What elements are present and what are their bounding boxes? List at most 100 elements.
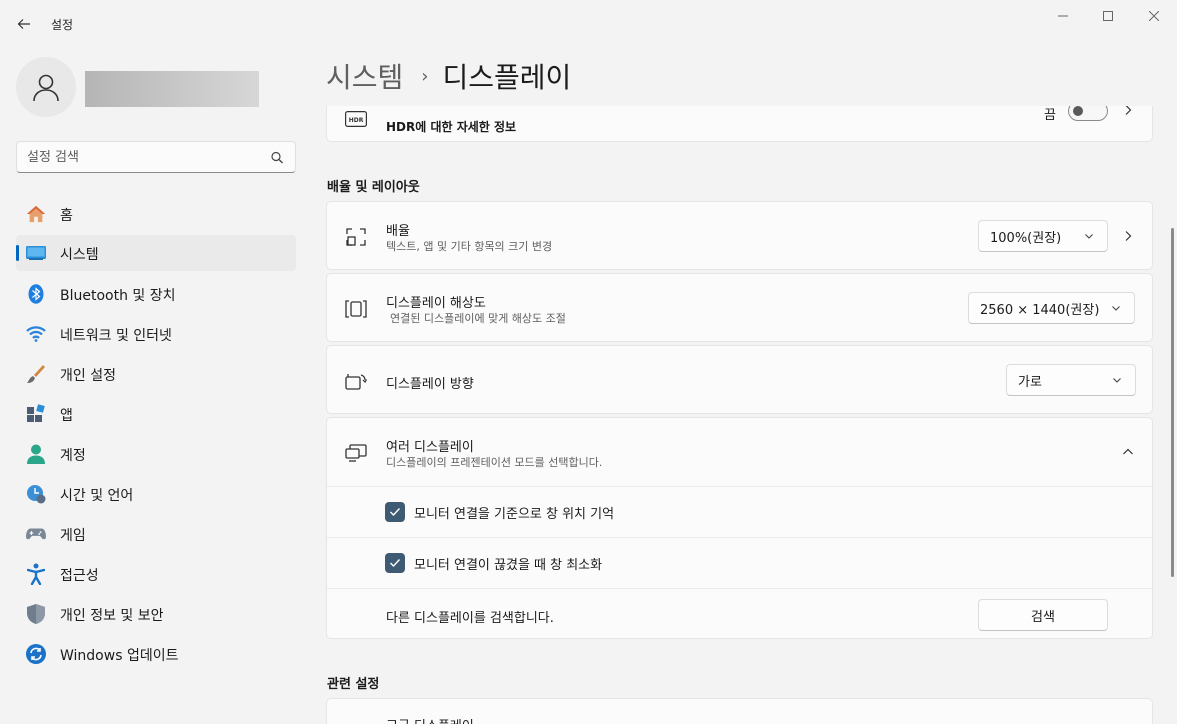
scale-value: 100%(권장)	[990, 230, 1062, 246]
back-arrow-icon[interactable]	[12, 12, 36, 36]
scale-subtitle: 텍스트, 앱 및 기타 항목의 크기 변경	[386, 240, 553, 253]
scale-title: 배율	[386, 224, 410, 239]
multiple-displays-icon	[345, 442, 367, 464]
minimize-window-label[interactable]: 모니터 연결이 끊겼을 때 창 최소화	[414, 554, 602, 573]
remember-window-checkbox[interactable]	[385, 502, 405, 522]
orientation-dropdown[interactable]: 가로	[1006, 364, 1136, 396]
sidebar-item-label: 개인 설정	[60, 368, 116, 384]
section-title-scale-layout: 배율 및 레이아웃	[327, 180, 420, 195]
hdr-icon: HDR	[345, 108, 367, 130]
minimize-window-checkbox[interactable]	[385, 553, 405, 573]
main-content: 시스템 › 디스플레이 HDR HDR에 대한 자세한 정보 끔 배율 및 레이…	[310, 46, 1177, 724]
avatar[interactable]	[16, 57, 76, 117]
title-bar: 설정	[0, 0, 1177, 46]
sidebar-item-label: 시간 및 언어	[60, 488, 134, 504]
sidebar-item-label: 게임	[60, 528, 86, 544]
section-title-related-settings: 관련 설정	[327, 677, 380, 692]
checkmark-icon	[390, 559, 401, 568]
detect-displays-label: 다른 디스플레이를 검색합니다.	[386, 611, 554, 626]
sidebar-item-accessibility[interactable]: 접근성	[16, 556, 296, 592]
resolution-dropdown[interactable]: 2560 × 1440(권장)	[968, 292, 1135, 324]
chevron-right-icon[interactable]	[1122, 230, 1134, 242]
sidebar-item-windows-update[interactable]: Windows 업데이트	[16, 636, 296, 672]
sidebar-item-time-language[interactable]: 시간 및 언어	[16, 476, 296, 512]
chevron-up-icon[interactable]	[1122, 446, 1134, 458]
windows-update-icon	[26, 644, 46, 664]
chevron-down-icon	[1085, 234, 1093, 239]
sidebar-item-personalization[interactable]: 개인 설정	[16, 356, 296, 392]
wifi-icon	[26, 324, 46, 344]
orientation-icon	[345, 370, 367, 392]
sidebar-item-label: Windows 업데이트	[60, 648, 179, 664]
page-title: 디스플레이	[442, 61, 572, 94]
orientation-card[interactable]: 디스플레이 방향 가로	[326, 345, 1153, 414]
breadcrumb-parent[interactable]: 시스템	[326, 56, 403, 96]
app-title: 설정	[51, 18, 74, 32]
home-icon	[26, 204, 46, 224]
multiple-displays-header[interactable]: 여러 디스플레이 디스플레이의 프레젠테이션 모드를 선택합니다.	[327, 418, 1152, 486]
resolution-title: 디스플레이 해상도	[386, 296, 486, 311]
detect-displays-row: 다른 디스플레이를 검색합니다. 검색	[327, 588, 1152, 639]
detect-button[interactable]: 검색	[978, 599, 1108, 631]
sidebar-item-privacy[interactable]: 개인 정보 및 보안	[16, 596, 296, 632]
sidebar-item-bluetooth[interactable]: Bluetooth 및 장치	[16, 276, 296, 312]
scale-dropdown[interactable]: 100%(권장)	[978, 220, 1108, 252]
minimize-icon[interactable]	[1040, 0, 1086, 32]
toggle-knob	[1073, 106, 1083, 116]
sidebar-item-label: Bluetooth 및 장치	[60, 288, 176, 304]
search-icon[interactable]	[269, 150, 285, 166]
sidebar-item-gaming[interactable]: 게임	[16, 516, 296, 552]
sidebar-item-label: 개인 정보 및 보안	[60, 608, 164, 624]
sidebar-item-label: 계정	[60, 448, 86, 464]
checkmark-icon	[390, 508, 401, 517]
svg-text:HDR: HDR	[349, 117, 364, 124]
resolution-icon	[345, 298, 367, 320]
accessibility-icon	[26, 563, 46, 585]
sidebar-item-system[interactable]: 시스템	[16, 235, 296, 271]
advanced-display-card[interactable]: 고급 디스플레이	[326, 698, 1153, 724]
system-monitor-icon	[26, 243, 46, 263]
breadcrumb: 시스템 › 디스플레이	[326, 56, 571, 96]
sidebar: 홈 시스템 Bluetooth 및 장치 네트워크 및 인터넷 개인 설정 앱	[0, 46, 310, 724]
option-remember-window-row[interactable]: 모니터 연결을 기준으로 창 위치 기억	[327, 486, 1152, 537]
multiple-displays-title: 여러 디스플레이	[386, 440, 474, 455]
hdr-subtitle[interactable]: HDR에 대한 자세한 정보	[386, 118, 516, 135]
chevron-down-icon	[1113, 378, 1121, 383]
resolution-card[interactable]: 디스플레이 해상도 연결된 디스플레이에 맞게 해상도 조절 2560 × 14…	[326, 273, 1153, 342]
paintbrush-icon	[26, 364, 46, 384]
sidebar-item-label: 앱	[60, 408, 73, 424]
remember-window-label[interactable]: 모니터 연결을 기준으로 창 위치 기억	[414, 503, 614, 522]
sidebar-item-label: 네트워크 및 인터넷	[60, 328, 172, 344]
scroll-area[interactable]: HDR HDR에 대한 자세한 정보 끔 배율 및 레이아웃 배율 텍스트, 앱…	[310, 106, 1177, 724]
active-indicator	[16, 245, 19, 261]
hdr-toggle[interactable]	[1068, 106, 1108, 121]
scrollbar-thumb[interactable]	[1171, 228, 1174, 577]
option-minimize-window-row[interactable]: 모니터 연결이 끊겼을 때 창 최소화	[327, 537, 1152, 588]
chevron-down-icon	[1112, 306, 1120, 311]
multiple-displays-card: 여러 디스플레이 디스플레이의 프레젠테이션 모드를 선택합니다. 모니터 연결…	[326, 417, 1153, 639]
advanced-display-title: 고급 디스플레이	[386, 715, 474, 724]
close-icon[interactable]	[1131, 0, 1177, 32]
orientation-title: 디스플레이 방향	[386, 377, 474, 392]
gamepad-icon	[26, 524, 46, 544]
user-icon	[33, 74, 59, 102]
sidebar-item-label: 시스템	[60, 247, 99, 263]
multiple-displays-subtitle: 디스플레이의 프레젠테이션 모드를 선택합니다.	[386, 456, 603, 469]
shield-icon	[26, 604, 46, 624]
scale-card[interactable]: 배율 텍스트, 앱 및 기타 항목의 크기 변경 100%(권장)	[326, 201, 1153, 270]
account-name-redacted	[85, 71, 259, 107]
account-icon	[26, 444, 46, 464]
sidebar-item-label: 홈	[60, 208, 73, 224]
hdr-card[interactable]: HDR HDR에 대한 자세한 정보 끔	[326, 106, 1153, 142]
maximize-icon[interactable]	[1085, 0, 1131, 32]
search-box[interactable]	[16, 141, 296, 173]
sidebar-item-home[interactable]: 홈	[16, 196, 296, 232]
sidebar-item-network[interactable]: 네트워크 및 인터넷	[16, 316, 296, 352]
sidebar-item-apps[interactable]: 앱	[16, 396, 296, 432]
bluetooth-icon	[26, 284, 46, 304]
time-language-icon	[26, 484, 46, 504]
sidebar-item-accounts[interactable]: 계정	[16, 436, 296, 472]
search-input[interactable]	[27, 148, 267, 166]
resolution-value: 2560 × 1440(권장)	[980, 302, 1100, 318]
hdr-toggle-label: 끔	[1044, 108, 1056, 123]
